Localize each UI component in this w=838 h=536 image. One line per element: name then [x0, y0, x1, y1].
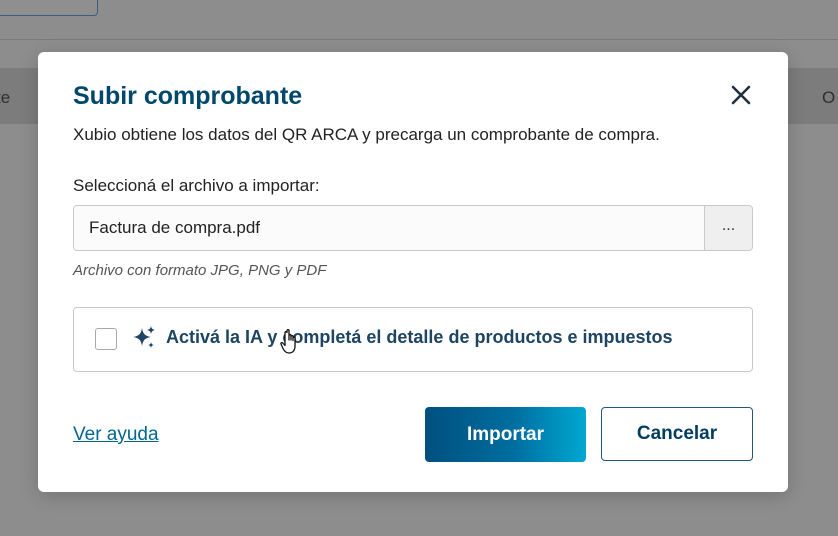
cancel-button[interactable]: Cancelar: [601, 407, 753, 461]
dialog-title: Subir comprobante: [73, 82, 303, 110]
upload-receipt-dialog: Subir comprobante Xubio obtiene los dato…: [38, 52, 788, 492]
background-header-right: O: [822, 88, 836, 107]
dialog-description: Xubio obtiene los datos del QR ARCA y pr…: [73, 125, 660, 144]
close-icon: [731, 85, 751, 105]
browse-button[interactable]: ...: [704, 206, 752, 250]
ai-option-box: Activá la IA y completá el detalle de pr…: [73, 307, 753, 372]
file-field-label: Seleccioná el archivo a importar:: [73, 176, 320, 195]
ai-checkbox[interactable]: [95, 328, 117, 350]
close-button[interactable]: [729, 83, 753, 107]
import-button[interactable]: Importar: [425, 407, 586, 462]
background-header-left: te: [0, 88, 11, 107]
help-link[interactable]: Ver ayuda: [73, 424, 159, 446]
background-button: rte: [0, 0, 98, 16]
ai-option-label[interactable]: Activá la IA y completá el detalle de pr…: [166, 327, 672, 348]
background-divider: [0, 39, 838, 40]
file-picker: ...: [73, 205, 753, 251]
hand-cursor-icon: [280, 329, 296, 354]
file-name-input[interactable]: [74, 206, 704, 250]
background-button-label: rte: [69, 0, 87, 3]
file-format-hint: Archivo con formato JPG, PNG y PDF: [73, 262, 327, 279]
sparkle-icon: [133, 326, 155, 348]
